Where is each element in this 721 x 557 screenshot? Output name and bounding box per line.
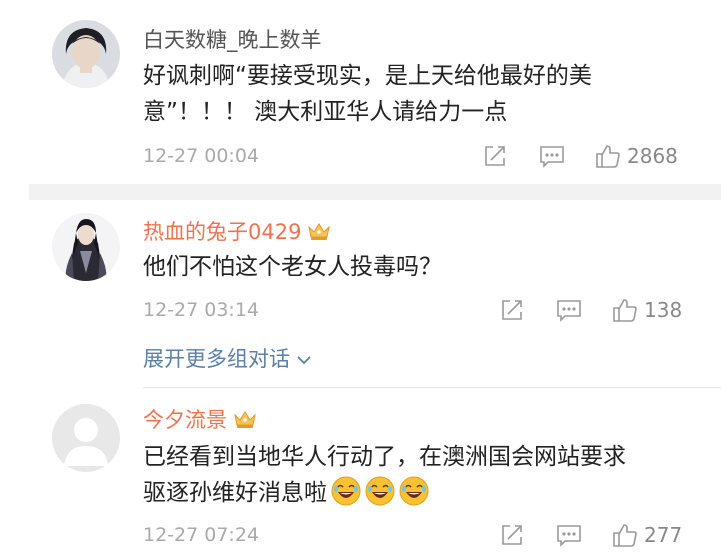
comment-icon: [557, 300, 581, 322]
comment-username[interactable]: 白天数糖_晚上数羊: [143, 27, 322, 53]
comment-meta: 12-27 00:04 2868: [143, 141, 681, 171]
comment-text-line: 驱逐孙维好消息啦: [143, 475, 703, 511]
share-button[interactable]: [500, 520, 524, 550]
expand-replies-label: 展开更多组对话: [143, 347, 290, 371]
share-icon: [485, 146, 505, 166]
crown-badge-icon: [308, 223, 331, 240]
comment-username-text: 热血的兔子0429: [143, 220, 302, 244]
comment-text-line: 意”！！！ 澳大利亚华人请给力一点: [143, 99, 508, 125]
comment-username-text: 今夕流景: [143, 408, 227, 432]
comment-icon: [540, 146, 564, 168]
share-icon: [502, 525, 522, 545]
comment-meta: 12-27 07:24 277: [143, 520, 682, 550]
share-button[interactable]: [483, 141, 507, 171]
comment-feed: 白天数糖_晚上数羊 好讽刺啊“要接受现实，是上天给他最好的美 意”！！！ 澳大利…: [0, 0, 721, 557]
share-icon: [502, 300, 522, 320]
comment-text-segment: 驱逐孙维好消息啦: [143, 480, 327, 506]
comment-meta: 12-27 03:14 138: [143, 295, 682, 325]
like-button[interactable]: 2868: [595, 141, 678, 171]
chevron-down-icon: [297, 356, 311, 365]
laughing-emoji-icon: [399, 476, 429, 505]
crown-badge-icon: [234, 411, 256, 428]
comment-text-line: 他们不怕这个老女人投毒吗？: [143, 254, 442, 280]
user-avatar[interactable]: [52, 20, 120, 88]
expand-replies-link[interactable]: 展开更多组对话: [143, 343, 312, 373]
like-icon: [613, 524, 637, 547]
comment-text-line: 已经看到当地华人行动了，在澳洲国会网站要求: [143, 444, 626, 470]
comment-timestamp: 12-27 00:04: [143, 145, 260, 167]
laughing-emoji-icon: [365, 476, 395, 505]
like-button[interactable]: 277: [612, 520, 682, 550]
reply-button[interactable]: [556, 295, 582, 325]
section-divider: [29, 184, 721, 200]
share-button[interactable]: [500, 295, 524, 325]
reply-button[interactable]: [556, 520, 582, 550]
comment-text: 他们不怕这个老女人投毒吗？: [143, 249, 703, 285]
like-icon: [613, 299, 637, 322]
comment-text: 好讽刺啊“要接受现实，是上天给他最好的美 意”！！！ 澳大利亚华人请给力一点: [143, 58, 703, 130]
laughing-emoji-icon: [331, 476, 361, 505]
comment-timestamp: 12-27 03:14: [143, 299, 260, 321]
comment-icon: [557, 525, 581, 547]
like-count: 277: [644, 523, 683, 547]
comment-username[interactable]: 热血的兔子0429: [143, 219, 331, 245]
like-button[interactable]: 138: [612, 295, 682, 325]
comment-text-line: 好讽刺啊“要接受现实，是上天给他最好的美: [143, 63, 592, 89]
user-avatar[interactable]: [52, 213, 120, 281]
reply-button[interactable]: [539, 141, 565, 171]
comment-timestamp: 12-27 07:24: [143, 524, 260, 546]
like-count: 138: [644, 298, 683, 322]
comment-divider: [143, 387, 721, 388]
like-icon: [596, 145, 620, 168]
like-count: 2868: [627, 144, 678, 168]
comment-username[interactable]: 今夕流景: [143, 407, 257, 433]
comment-text: 已经看到当地华人行动了，在澳洲国会网站要求 驱逐孙维好消息啦: [143, 439, 703, 511]
user-avatar[interactable]: [52, 404, 120, 472]
